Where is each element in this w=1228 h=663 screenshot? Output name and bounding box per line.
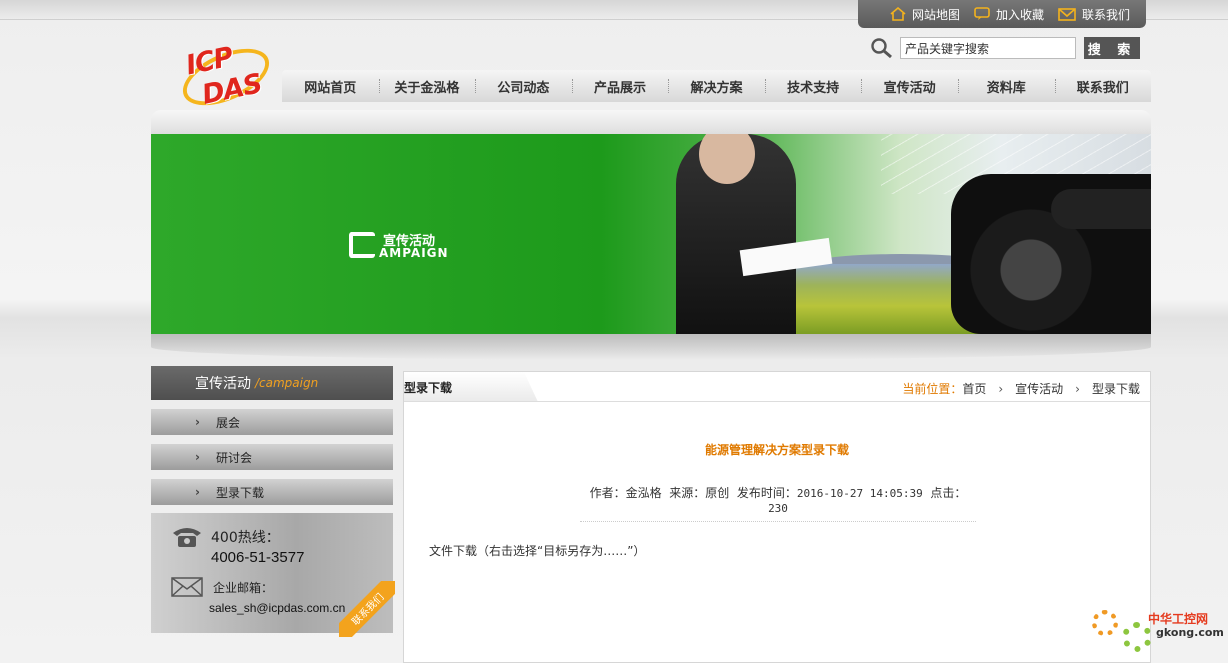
- chevron-right-icon: ›: [195, 415, 200, 429]
- nav-products[interactable]: 产品展示: [571, 77, 669, 96]
- nav-shadow: [151, 110, 1151, 134]
- top-links-bar: 网站地图 加入收藏 联系我们: [858, 0, 1146, 28]
- nav-library[interactable]: 资料库: [957, 77, 1055, 96]
- nav-news[interactable]: 公司动态: [475, 77, 572, 96]
- sidebar-header: 宣传活动 /campaign: [151, 366, 393, 400]
- contact-box: 400热线： 4006-51-3577 企业邮箱： sales_sh@icpda…: [151, 513, 395, 637]
- hotline-label: 400热线：: [211, 530, 280, 546]
- breadcrumb: 当前位置： 首页 › 宣传活动 › 型录下载: [902, 380, 1140, 397]
- nav-contact[interactable]: 联系我们: [1054, 77, 1152, 96]
- watermark-domain: gkong.com: [1156, 626, 1224, 639]
- content-panel: 型录下载 当前位置： 首页 › 宣传活动 › 型录下载 能源管理解决方案型录下载…: [403, 371, 1151, 663]
- contact-ribbon-label: 联系我们: [339, 581, 395, 637]
- chevron-right-icon: ›: [998, 381, 1004, 396]
- sidebar-item-seminar[interactable]: › 研讨会: [151, 444, 393, 470]
- email-address[interactable]: sales_sh@icpdas.com.cn: [209, 601, 345, 615]
- banner-campaign-title: 宣传活动 AMPAIGN: [349, 230, 459, 274]
- author-label: 作者：: [589, 486, 626, 500]
- sitemap-link[interactable]: 网站地图: [890, 6, 960, 23]
- chevron-right-icon: ›: [195, 485, 200, 499]
- nav-campaign[interactable]: 宣传活动: [861, 77, 958, 96]
- sidebar-item-label: 展会: [215, 415, 240, 430]
- article-meta: 作者：金泓格 来源：原创 发布时间：2016-10-27 14:05:39 点击…: [580, 484, 976, 522]
- breadcrumb-label: 当前位置：: [902, 382, 963, 396]
- campaign-c-icon: [349, 232, 375, 258]
- clicks-value: 230: [768, 502, 788, 515]
- contact-link[interactable]: 联系我们: [1058, 6, 1130, 23]
- banner-title-en: AMPAIGN: [379, 246, 449, 260]
- chat-bubble-icon: [974, 7, 990, 20]
- banner-camera-body: [1051, 189, 1151, 229]
- icpdas-logo[interactable]: ICP DAS: [174, 37, 278, 120]
- envelope-icon: [1058, 8, 1076, 21]
- sidebar: 宣传活动 /campaign › 展会 › 研讨会 › 型录下载 400热线： …: [151, 366, 395, 637]
- chevron-right-icon: ›: [195, 450, 200, 464]
- home-icon: [890, 7, 906, 21]
- author-value: 金泓格: [625, 486, 662, 500]
- search-button[interactable]: 搜 索: [1084, 37, 1140, 59]
- nav-about[interactable]: 关于金泓格: [378, 77, 476, 96]
- breadcrumb-home[interactable]: 首页: [962, 380, 986, 397]
- nav-home[interactable]: 网站首页: [282, 77, 379, 96]
- sidebar-item-exhibition[interactable]: › 展会: [151, 409, 393, 435]
- article-title: 能源管理解决方案型录下载: [704, 443, 849, 457]
- contact-link-label: 联系我们: [1081, 7, 1130, 22]
- search-input[interactable]: [900, 37, 1076, 59]
- time-label: 发布时间：: [736, 486, 797, 500]
- content-header-line: [404, 401, 1150, 402]
- sidebar-item-catalog-download[interactable]: › 型录下载: [151, 479, 393, 505]
- campaign-banner: 宣传活动 AMPAIGN: [151, 134, 1151, 334]
- chevron-right-icon: ›: [1075, 381, 1080, 396]
- bookmark-link[interactable]: 加入收藏: [974, 6, 1044, 23]
- email-label: 企业邮箱：: [213, 581, 274, 595]
- search-bar: 搜 索: [870, 37, 1140, 59]
- nav-solutions[interactable]: 解决方案: [668, 77, 765, 96]
- sidebar-item-label: 研讨会: [215, 450, 252, 465]
- clicks-label: 点击：: [930, 486, 967, 500]
- nav-support[interactable]: 技术支持: [764, 77, 862, 96]
- bookmark-link-label: 加入收藏: [995, 7, 1044, 22]
- gkong-watermark: 中华工控网 gkong.com: [1092, 606, 1224, 658]
- banner-shadow: [151, 334, 1151, 360]
- hotline-number: 4006-51-3577: [211, 549, 305, 566]
- sitemap-link-label: 网站地图: [911, 7, 960, 22]
- gear-icon: [1092, 610, 1118, 636]
- breadcrumb-campaign[interactable]: 宣传活动: [1015, 380, 1063, 397]
- sidebar-item-label: 型录下载: [215, 485, 264, 500]
- content-tab: 型录下载: [404, 372, 538, 402]
- source-label: 来源：: [669, 486, 706, 500]
- sidebar-title: 宣传活动: [195, 376, 251, 392]
- breadcrumb-current[interactable]: 型录下载: [1092, 380, 1140, 397]
- source-value: 原创: [705, 486, 730, 500]
- article-body: 文件下载（右击选择“目标另存为……”）: [429, 544, 646, 558]
- search-icon: [871, 38, 892, 59]
- sidebar-title-en: /campaign: [255, 376, 319, 390]
- mail-icon: [171, 577, 203, 597]
- contact-ribbon[interactable]: 联系我们: [339, 581, 395, 637]
- telephone-icon: [173, 528, 201, 547]
- time-value: 2016-10-27 14:05:39: [796, 487, 923, 500]
- watermark-title: 中华工控网: [1148, 612, 1209, 626]
- main-nav: 网站首页 关于金泓格 公司动态 产品展示 解决方案 技术支持 宣传活动 资料库 …: [282, 70, 1151, 102]
